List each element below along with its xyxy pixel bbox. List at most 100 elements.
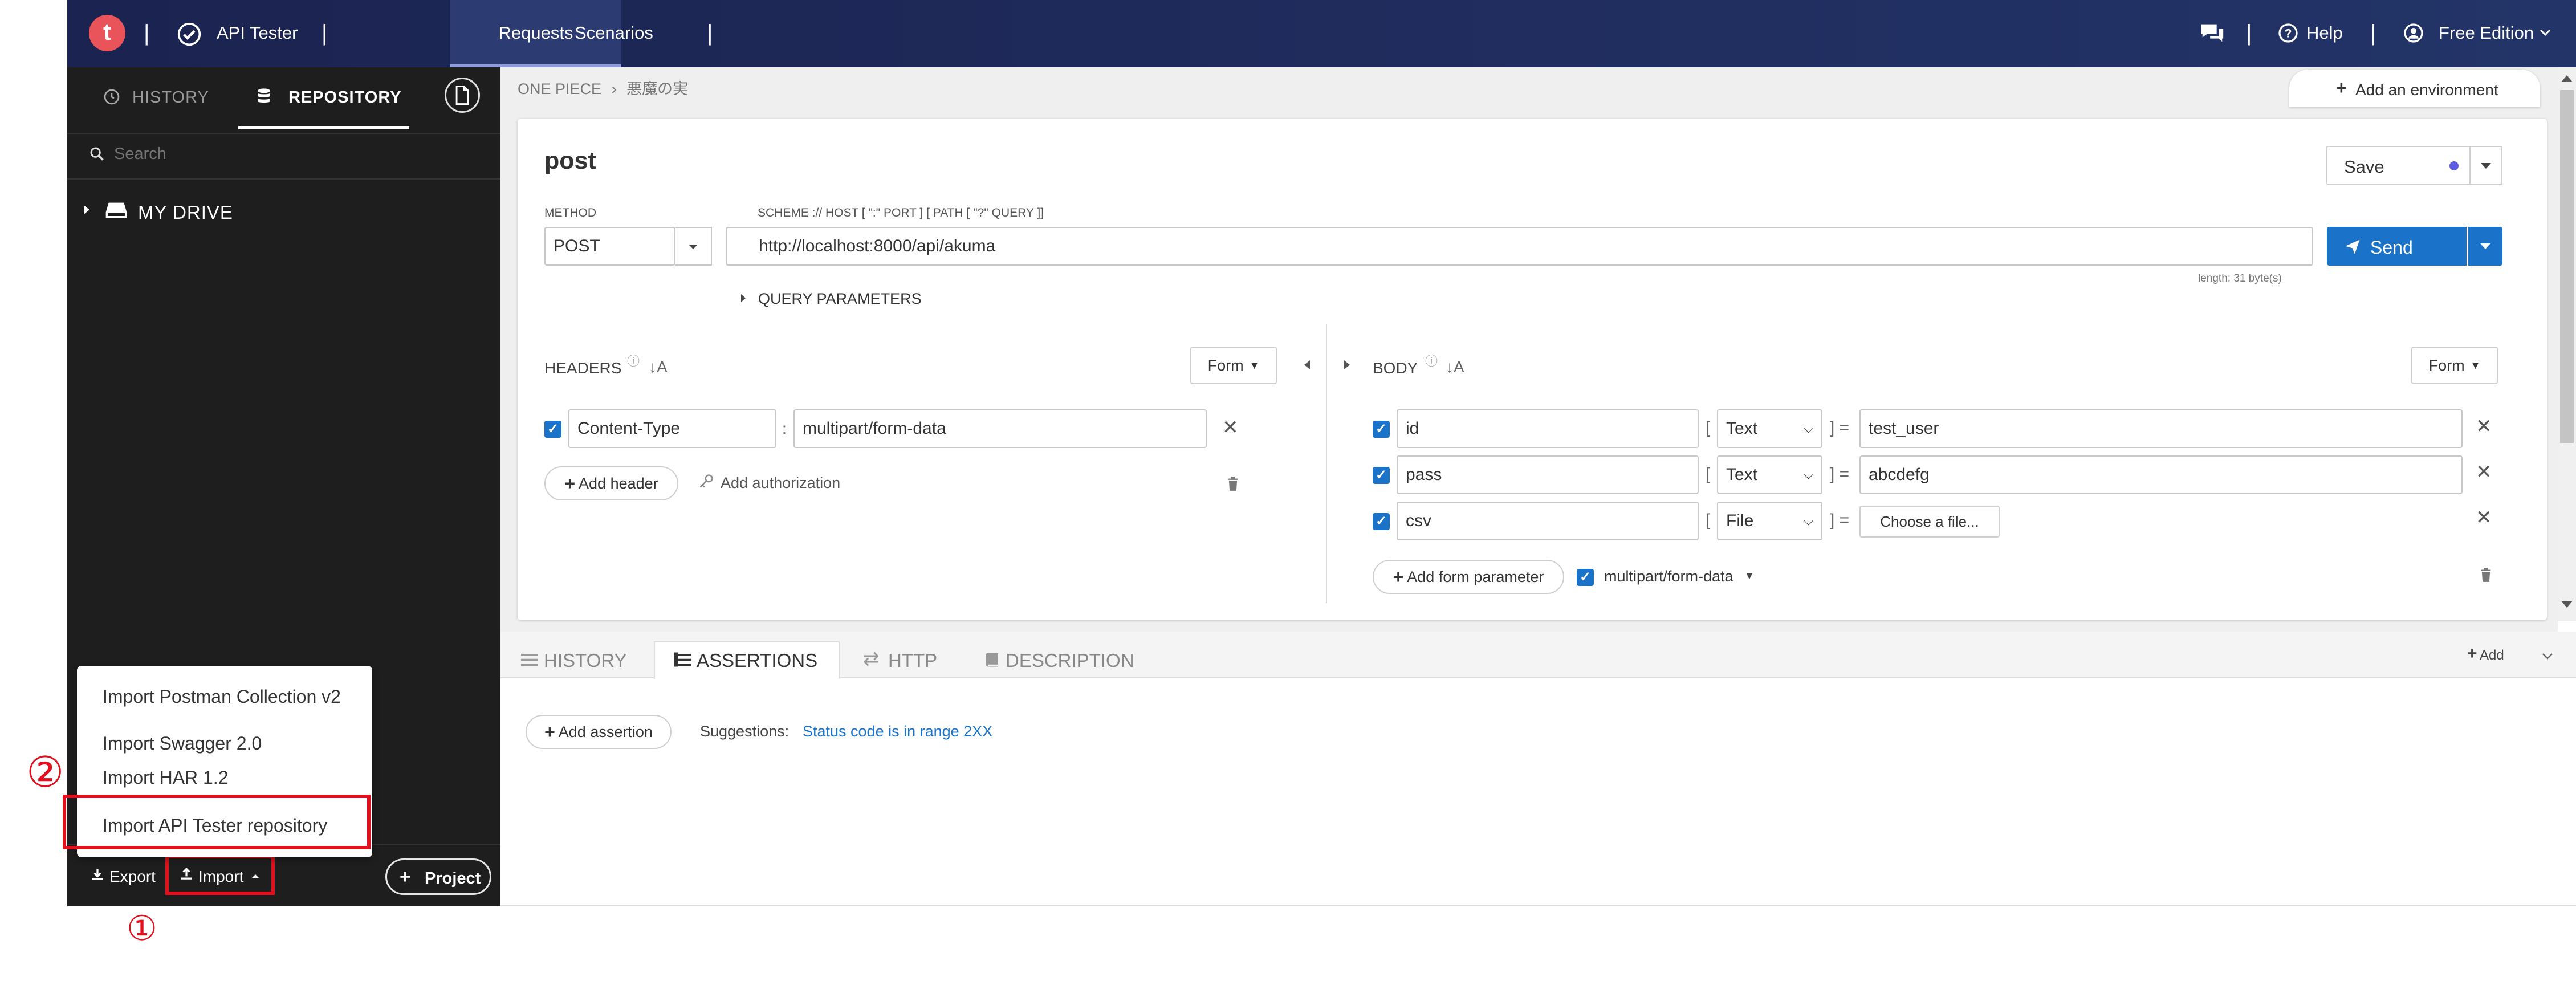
content-type-checkbox[interactable]: ✓ — [1577, 569, 1594, 586]
scroll-up-icon[interactable] — [2559, 73, 2574, 84]
query-parameters-toggle[interactable]: QUERY PARAMETERS — [758, 290, 922, 308]
body-key-value: id — [1406, 419, 1419, 438]
add-button[interactable]: Add — [2480, 648, 2504, 664]
add-environment-button[interactable]: + Add an environment — [2289, 70, 2540, 107]
headers-title: HEADERS — [544, 359, 622, 377]
search-icon — [89, 146, 105, 162]
project-button[interactable]: + Project — [385, 858, 491, 895]
method-value: POST — [554, 237, 600, 255]
suggestion-link[interactable]: Status code is in range 2XX — [803, 723, 992, 740]
send-button[interactable]: Send — [2327, 227, 2467, 266]
plus-icon: + — [1393, 566, 1404, 587]
step2-marker: ② — [26, 748, 64, 796]
scroll-down-icon[interactable] — [2559, 599, 2574, 610]
trash-icon[interactable] — [1227, 477, 1239, 491]
add-form-parameter-button[interactable]: + Add form parameter — [1373, 560, 1564, 594]
expand-right-icon[interactable] — [1343, 359, 1351, 371]
chevron-down-icon[interactable] — [2539, 29, 2551, 38]
breadcrumb-project[interactable]: ONE PIECE — [518, 80, 601, 97]
trash-icon[interactable] — [2480, 568, 2492, 583]
sort-icon[interactable]: ↓A — [1446, 358, 1464, 376]
tab-http[interactable]: HTTP — [888, 650, 937, 671]
my-drive-label[interactable]: MY DRIVE — [138, 202, 233, 223]
tab-scenarios[interactable]: Scenarios — [575, 23, 653, 43]
new-file-button[interactable] — [445, 78, 480, 113]
method-select[interactable]: POST — [544, 227, 675, 266]
help-icon: ⓘ — [1425, 354, 1438, 368]
method-dropdown[interactable] — [675, 227, 712, 266]
remove-param-icon[interactable]: ✕ — [2476, 506, 2492, 529]
body-type-select[interactable]: Text ⌵ — [1717, 455, 1822, 494]
tab-description[interactable]: DESCRIPTION — [1006, 650, 1134, 671]
separator: | — [707, 21, 713, 46]
drive-icon — [105, 201, 128, 220]
chevron-down-icon[interactable] — [2541, 652, 2554, 660]
scrollbar-thumb[interactable] — [2560, 90, 2574, 443]
add-authorization-link[interactable]: Add authorization — [721, 474, 840, 492]
body-type-select[interactable]: File ⌵ — [1717, 502, 1822, 540]
search-input[interactable] — [113, 141, 455, 166]
import-button[interactable]: Import — [198, 868, 243, 886]
body-key-input[interactable]: csv — [1397, 502, 1699, 540]
breadcrumb-folder[interactable]: 悪魔の実 — [626, 80, 688, 97]
remove-header-icon[interactable]: ✕ — [1222, 416, 1239, 439]
plus-icon: + — [2336, 78, 2347, 98]
plus-icon: + — [544, 721, 555, 742]
send-icon — [2345, 239, 2360, 254]
help-icon: ⓘ — [627, 354, 640, 368]
body-key-input[interactable]: id — [1397, 409, 1699, 448]
divider — [67, 178, 500, 180]
menu-item-import-swagger[interactable]: Import Swagger 2.0 — [103, 733, 262, 754]
request-name[interactable]: post — [544, 147, 596, 175]
export-icon — [90, 867, 105, 882]
chevron-down-icon: ⌵ — [1804, 467, 1813, 482]
caret-down-icon[interactable]: ▼ — [1744, 570, 1755, 582]
save-dropdown[interactable] — [2469, 146, 2502, 185]
help-link[interactable]: Help — [2306, 23, 2343, 43]
sidebar-tab-history[interactable]: HISTORY — [132, 88, 209, 117]
url-input[interactable]: http://localhost:8000/api/akuma — [726, 227, 2313, 266]
choose-file-button[interactable]: Choose a file... — [1859, 506, 2000, 538]
add-assertion-button[interactable]: + Add assertion — [526, 715, 672, 749]
user-icon[interactable] — [2403, 23, 2424, 43]
body-form-button[interactable]: Form ▼ — [2411, 347, 2498, 384]
sidebar-tab-repository[interactable]: REPOSITORY — [288, 88, 402, 117]
remove-param-icon[interactable]: ✕ — [2476, 415, 2492, 438]
caret-right-icon[interactable] — [82, 204, 91, 215]
tab-assertions[interactable]: ASSERTIONS — [697, 650, 817, 671]
header-key-input[interactable]: Content-Type — [568, 409, 776, 448]
exchange-icon: ⇄ — [863, 648, 880, 670]
header-value-value: multipart/form-data — [803, 419, 946, 438]
body-checkbox[interactable]: ✓ — [1373, 513, 1390, 530]
body-value-input[interactable]: abcdefg — [1859, 455, 2463, 494]
send-dropdown[interactable] — [2468, 227, 2502, 266]
sort-icon[interactable]: ↓A — [649, 358, 668, 376]
menu-item-import-postman[interactable]: Import Postman Collection v2 — [103, 686, 341, 707]
body-checkbox[interactable]: ✓ — [1373, 467, 1390, 484]
edition-menu[interactable]: Free Edition — [2439, 23, 2534, 43]
bracket-close-equals: ] = — [1830, 465, 1850, 483]
project-label: Project — [425, 869, 481, 888]
header-checkbox[interactable]: ✓ — [544, 421, 561, 438]
database-icon — [255, 88, 272, 106]
export-button[interactable]: Export — [109, 868, 156, 886]
body-type-select[interactable]: Text ⌵ — [1717, 409, 1822, 448]
url-format-label: SCHEME :// HOST [ ":" PORT ] [ PATH [ "?… — [758, 206, 1044, 219]
content-type-select[interactable]: multipart/form-data — [1604, 568, 1733, 585]
menu-item-import-har[interactable]: Import HAR 1.2 — [103, 767, 229, 788]
collapse-left-icon[interactable] — [1303, 359, 1311, 371]
section-divider — [1326, 324, 1327, 603]
remove-param-icon[interactable]: ✕ — [2476, 461, 2492, 483]
tab-history[interactable]: HISTORY — [544, 650, 627, 671]
header-value-input[interactable]: multipart/form-data — [793, 409, 1207, 448]
help-icon[interactable]: ? — [2278, 23, 2298, 43]
chat-icon[interactable] — [2199, 22, 2225, 44]
key-icon — [698, 473, 714, 489]
headers-form-button[interactable]: Form ▼ — [1190, 347, 1277, 384]
add-header-button[interactable]: + Add header — [544, 466, 678, 500]
caret-right-icon[interactable] — [740, 293, 747, 303]
body-checkbox[interactable]: ✓ — [1373, 421, 1390, 438]
body-value-input[interactable]: test_user — [1859, 409, 2463, 448]
assertions-icon — [674, 652, 691, 667]
body-key-input[interactable]: pass — [1397, 455, 1699, 494]
